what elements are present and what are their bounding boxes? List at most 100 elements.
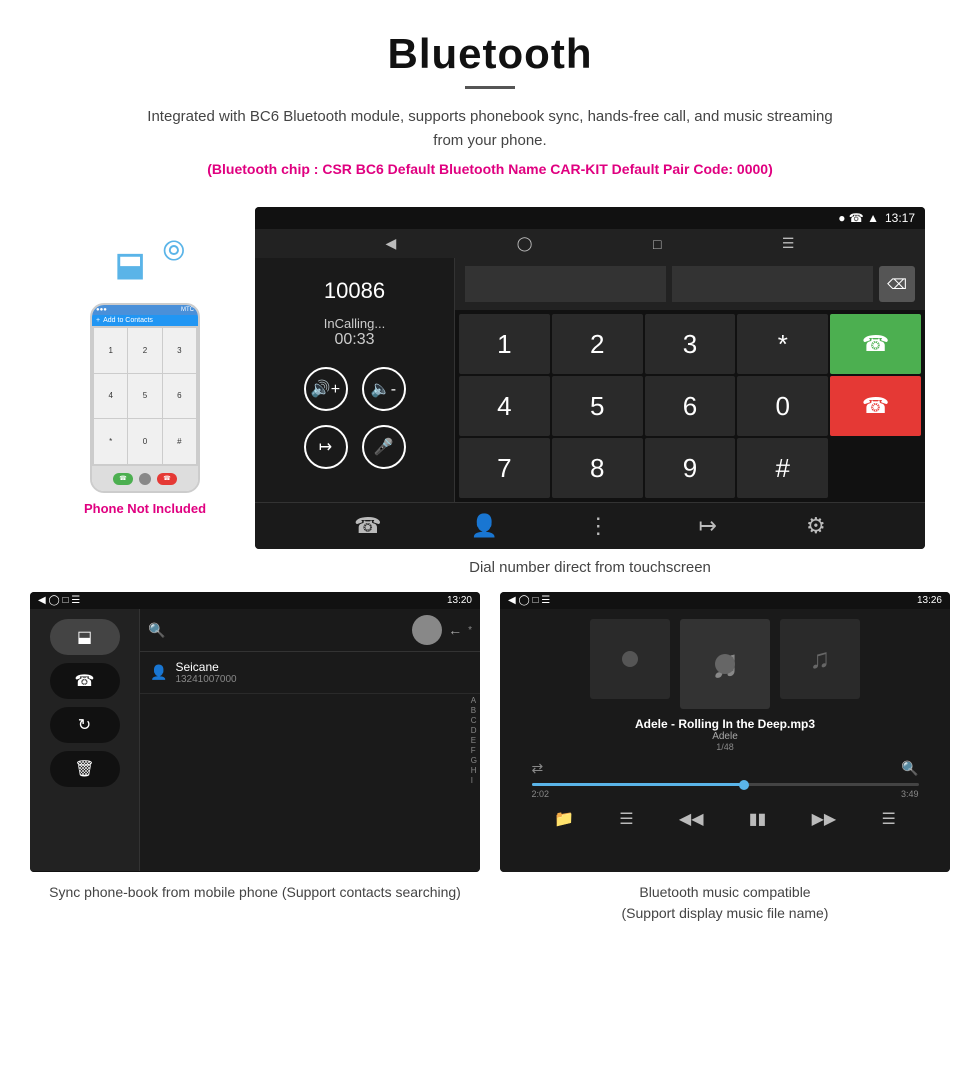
phone-call-btn: ☎ (113, 473, 133, 485)
key-8[interactable]: 8 (552, 438, 643, 498)
key-5[interactable]: 5 (552, 376, 643, 436)
dial-main: 10086 InCalling... 00:33 🔊+ 🔈- ↦ 🎤 (255, 258, 925, 502)
pb-refresh-icon[interactable]: ↻ (50, 707, 120, 743)
key-end[interactable]: ☎ (830, 376, 921, 436)
key-7[interactable]: 7 (459, 438, 550, 498)
music-progress-bar (532, 783, 919, 786)
music-progress-section: 2:02 3:49 (532, 783, 919, 799)
music-time-row: 2:02 3:49 (532, 789, 919, 799)
dial-backspace-btn[interactable]: ⌫ (879, 266, 915, 302)
pb-contact-number: 13241007000 (175, 674, 236, 685)
pb-contact-info: Seicane 13241007000 (175, 660, 236, 685)
phone-carrier: ●●● (96, 307, 107, 313)
music-next-icon[interactable]: ▶▶ (812, 809, 837, 829)
music-song-info: Adele - Rolling In the Deep.mp3 Adele 1/… (635, 717, 815, 752)
page-title: Bluetooth (20, 30, 960, 78)
music-top-controls: ⇄ 🔍 (532, 760, 919, 777)
music-shuffle-icon[interactable]: ⇄ (532, 760, 544, 777)
pb-status-bar: ◀ ◯ □ ☰ 13:20 (30, 592, 480, 609)
volume-down-btn[interactable]: 🔈- (362, 367, 406, 411)
bottom-screens: ◀ ◯ □ ☰ 13:20 ⬓ ☎ ↻ 🗑 🔍 ← * (0, 592, 980, 954)
key-6[interactable]: 6 (645, 376, 736, 436)
dial-status-text: InCalling... (324, 316, 385, 331)
music-eq-icon[interactable]: ☰ (881, 809, 895, 829)
dial-bottom-bar: ☎ 👤 ⋮ ↦ ⚙ (255, 502, 925, 549)
pb-status-icons: ◀ ◯ □ ☰ (38, 595, 80, 606)
dial-input-box (465, 266, 666, 302)
phone-key-2: 2 (128, 328, 161, 373)
music-album-right: ♫ (780, 619, 860, 699)
music-main: ♫ ♫ Adele - Rolling In the Deep.mp3 Adel… (500, 609, 950, 872)
dial-input-row: ⌫ (455, 258, 925, 310)
dial-bar-transfer-icon[interactable]: ↦ (698, 513, 716, 539)
key-call[interactable]: ☎ (830, 314, 921, 374)
music-prev-icon[interactable]: ◀◀ (679, 809, 704, 829)
title-underline (465, 86, 515, 89)
pb-main: ⬓ ☎ ↻ 🗑 🔍 ← * 👤 Sei (30, 609, 480, 871)
dial-time: 13:17 (885, 211, 915, 225)
pb-contact-name: Seicane (175, 660, 236, 674)
music-time-current: 2:02 (532, 789, 550, 799)
volume-up-btn[interactable]: 🔊+ (304, 367, 348, 411)
phone-keypad: 1 2 3 4 5 6 * 0 # (92, 326, 198, 466)
dial-left-panel: 10086 InCalling... 00:33 🔊+ 🔈- ↦ 🎤 (255, 258, 455, 502)
pb-content: 🔍 ← * 👤 Seicane 13241007000 (140, 609, 480, 871)
music-screen: ◀ ◯ □ ☰ 13:26 ♫ ♫ Adele - (500, 592, 950, 872)
phonebook-item: ◀ ◯ □ ☰ 13:20 ⬓ ☎ ↻ 🗑 🔍 ← * (30, 592, 480, 924)
add-contacts-bar: + Add to Contacts (92, 315, 198, 326)
dial-caption: Dial number direct from touchscreen (255, 559, 925, 576)
phone-body: ●●● MTC + Add to Contacts 1 2 3 4 5 6 * … (90, 303, 200, 493)
dial-bar-settings-icon[interactable]: ⚙ (806, 513, 826, 539)
dial-status-icons: ● ☎ ▲ (838, 211, 879, 225)
mic-btn[interactable]: 🎤 (362, 425, 406, 469)
nav-home-icon: ◯ (517, 235, 533, 252)
pb-delete-icon[interactable]: 🗑 (50, 751, 120, 787)
nav-back-icon: ◀ (386, 235, 397, 252)
phone-screen-top-bar: ●●● MTC (92, 305, 198, 315)
pb-bluetooth-icon[interactable]: ⬓ (50, 619, 120, 655)
page-header: Bluetooth Integrated with BC6 Bluetooth … (0, 0, 980, 197)
key-hash[interactable]: # (737, 438, 828, 498)
key-0[interactable]: 0 (737, 376, 828, 436)
music-playlist-icon[interactable]: ☰ (619, 809, 633, 829)
main-section: ⦾ ⬓ ●●● MTC + Add to Contacts 1 2 3 4 5 (0, 197, 980, 592)
nav-menu-icon: ☰ (782, 235, 795, 252)
dial-bar-contacts-icon[interactable]: 👤 (471, 513, 498, 539)
pb-contact-item[interactable]: 👤 Seicane 13241007000 (140, 652, 480, 694)
key-2[interactable]: 2 (552, 314, 643, 374)
phone-key-0: 0 (128, 419, 161, 464)
music-play-icon[interactable]: ▮▮ (749, 809, 767, 829)
phonebook-caption: Sync phone-book from mobile phone (Suppo… (49, 882, 461, 903)
music-progress-fill (532, 783, 745, 786)
music-status-bar: ◀ ◯ □ ☰ 13:26 (500, 592, 950, 609)
pb-contact-person-icon: 👤 (150, 664, 167, 681)
dial-number: 10086 (324, 278, 385, 304)
key-3[interactable]: 3 (645, 314, 736, 374)
dial-bar-keypad-icon[interactable]: ⋮ (587, 513, 609, 539)
music-search-icon[interactable]: 🔍 (901, 760, 918, 777)
music-time: 13:26 (917, 595, 942, 606)
plus-icon: + (96, 317, 100, 324)
phone-time-label: MTC (181, 307, 194, 313)
phone-home-btn (139, 473, 151, 485)
pb-bottom-bar: ☎ 👤 ⋮ ↦ ⚙ (30, 871, 480, 872)
music-folder-icon[interactable]: 📁 (554, 809, 574, 829)
pb-search-icon[interactable]: 🔍 (148, 622, 165, 639)
key-1[interactable]: 1 (459, 314, 550, 374)
album-dot-center (715, 654, 735, 674)
add-contacts-label: Add to Contacts (103, 317, 153, 324)
pb-avatar-dot (412, 615, 442, 645)
pb-call-icon[interactable]: ☎ (50, 663, 120, 699)
dial-bar-phone-icon[interactable]: ☎ (354, 513, 381, 539)
dial-controls-row1: 🔊+ 🔈- (304, 367, 406, 411)
phone-not-included-label: Phone Not Included (84, 501, 206, 516)
key-star[interactable]: * (737, 314, 828, 374)
pb-back-icon[interactable]: ← (448, 622, 462, 638)
key-9[interactable]: 9 (645, 438, 736, 498)
pb-sidebar: ⬓ ☎ ↻ 🗑 (30, 609, 140, 871)
album-dot-left (622, 651, 638, 667)
key-4[interactable]: 4 (459, 376, 550, 436)
dial-controls-row2: ↦ 🎤 (304, 425, 406, 469)
transfer-btn[interactable]: ↦ (304, 425, 348, 469)
music-albums: ♫ ♫ (590, 619, 860, 709)
